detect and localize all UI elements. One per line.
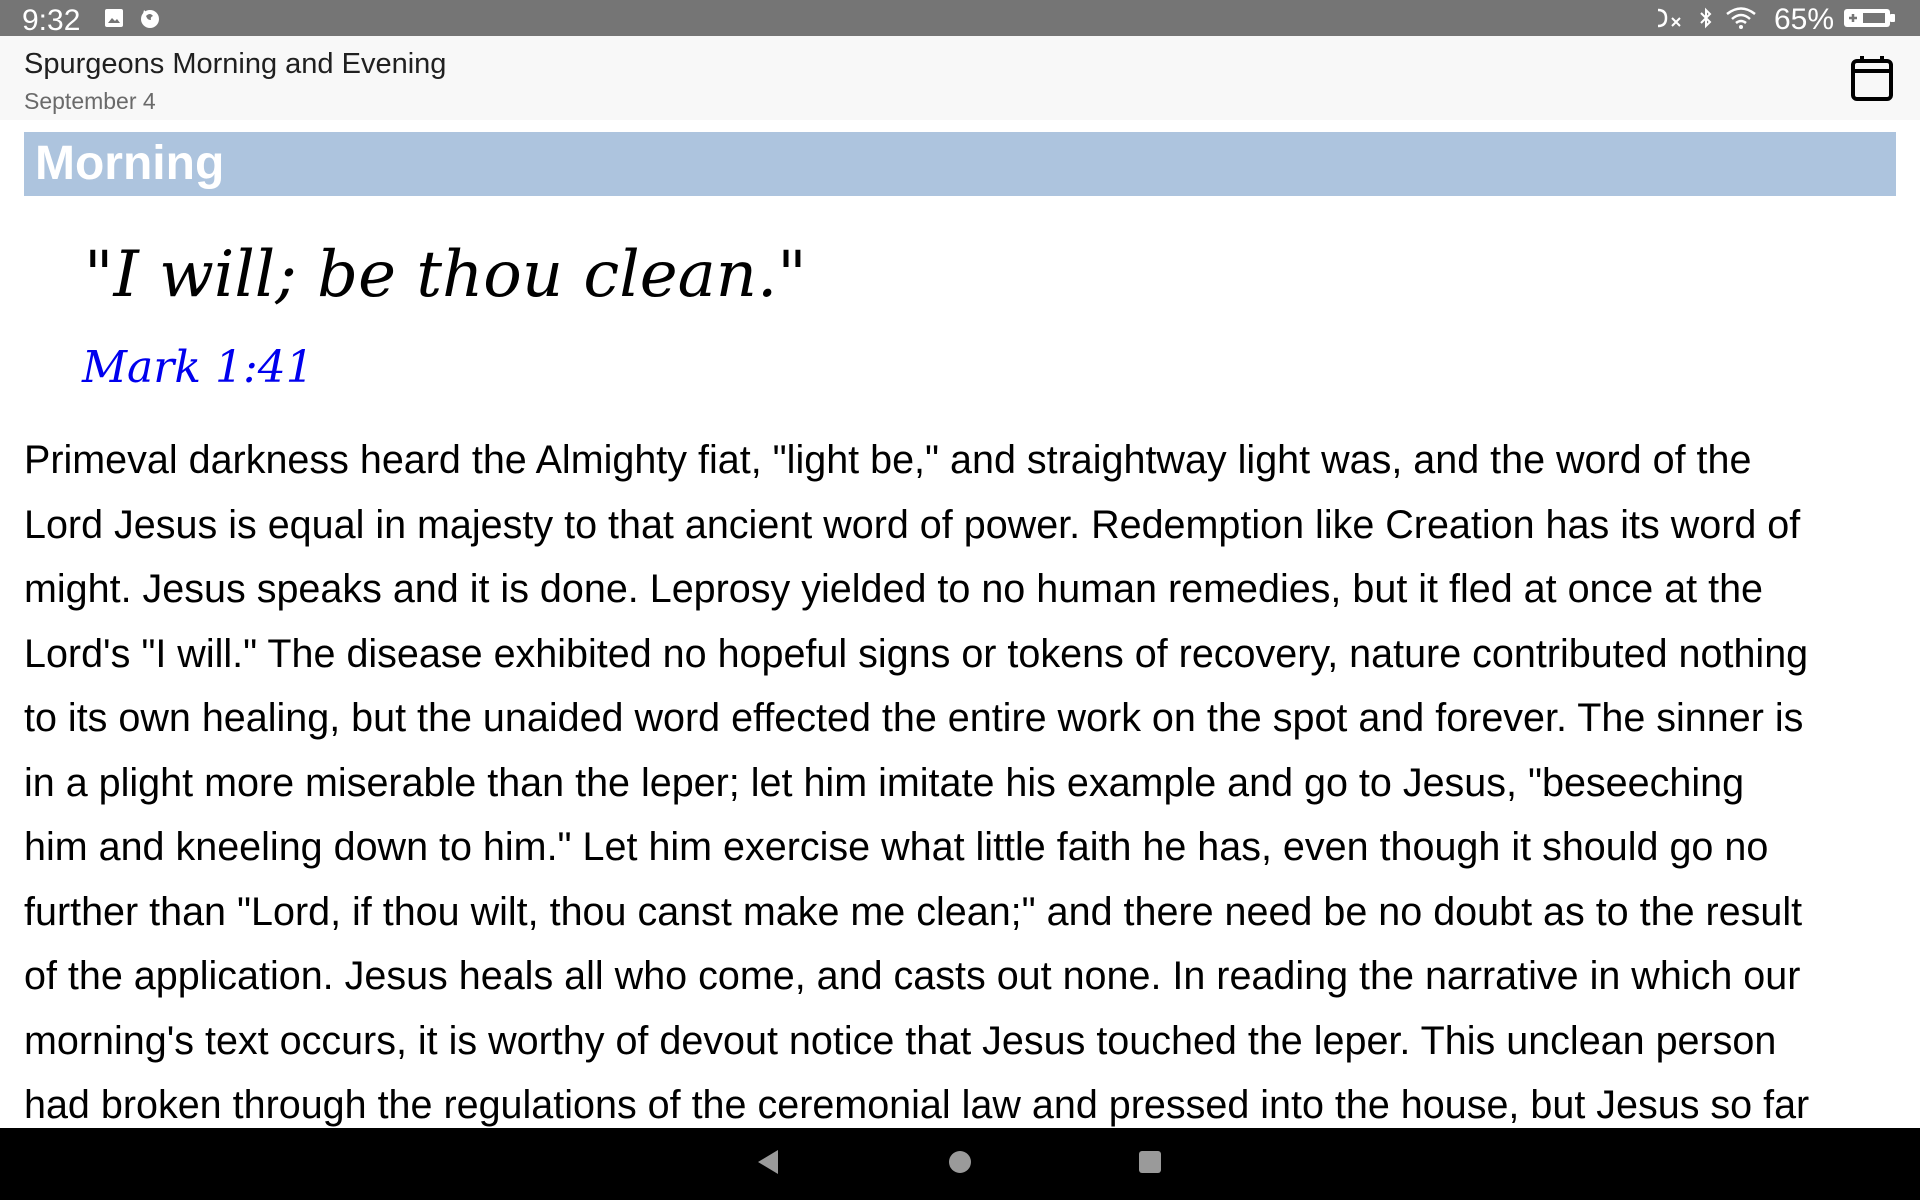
back-button[interactable] <box>748 1144 788 1184</box>
body-line: further than "Lord, if thou wilt, thou c… <box>24 889 1803 934</box>
body-line: of the application. Jesus heals all who … <box>24 954 1801 998</box>
body-line: might. Jesus speaks and it is done. Lepr… <box>24 567 1764 611</box>
image-notification-icon <box>102 6 126 30</box>
status-time: 9:32 <box>22 4 81 37</box>
no-signal-icon <box>1656 6 1686 30</box>
verse-reference-link[interactable]: Mark 1:41 <box>82 342 314 393</box>
battery-charging-icon <box>1842 6 1898 30</box>
body-line: morning's text occurs, it is worthy of d… <box>24 1018 1777 1063</box>
calendar-icon <box>1850 56 1894 106</box>
app-header: Spurgeons Morning and Evening September … <box>0 36 1920 120</box>
body-line: in a plight more miserable than the lepe… <box>24 760 1745 805</box>
wifi-icon <box>1724 6 1758 30</box>
battery-percent: 65% <box>1773 3 1834 36</box>
recents-icon <box>1138 1150 1162 1179</box>
body-line: him and kneeling down to him." Let him e… <box>24 825 1769 869</box>
body-line: Primeval darkness heard the Almighty fia… <box>24 438 1752 482</box>
recents-button[interactable] <box>1130 1144 1170 1184</box>
section-header-morning: Morning <box>24 132 1896 196</box>
body-line: Lord Jesus is equal in majesty to that a… <box>24 502 1801 547</box>
body-line: Lord's "I will." The disease exhibited n… <box>24 631 1809 676</box>
date-subtitle: September 4 <box>24 88 156 114</box>
body-line: to its own healing, but the unaided word… <box>24 696 1804 740</box>
verse-quote: "I will; be thou clean." <box>84 238 807 312</box>
home-button[interactable] <box>940 1144 980 1184</box>
status-bar: 9:32 65% <box>0 0 1920 37</box>
calendar-button[interactable] <box>1850 54 1894 102</box>
home-icon <box>948 1150 972 1179</box>
section-title: Morning <box>35 137 225 190</box>
bluetooth-icon <box>1696 6 1716 30</box>
app-title: Spurgeons Morning and Evening <box>24 48 447 80</box>
back-icon <box>756 1149 780 1180</box>
firefox-icon <box>138 6 162 30</box>
devotional-body: Primeval darkness heard the Almighty fia… <box>24 428 1904 1138</box>
system-nav-bar <box>0 1128 1920 1200</box>
